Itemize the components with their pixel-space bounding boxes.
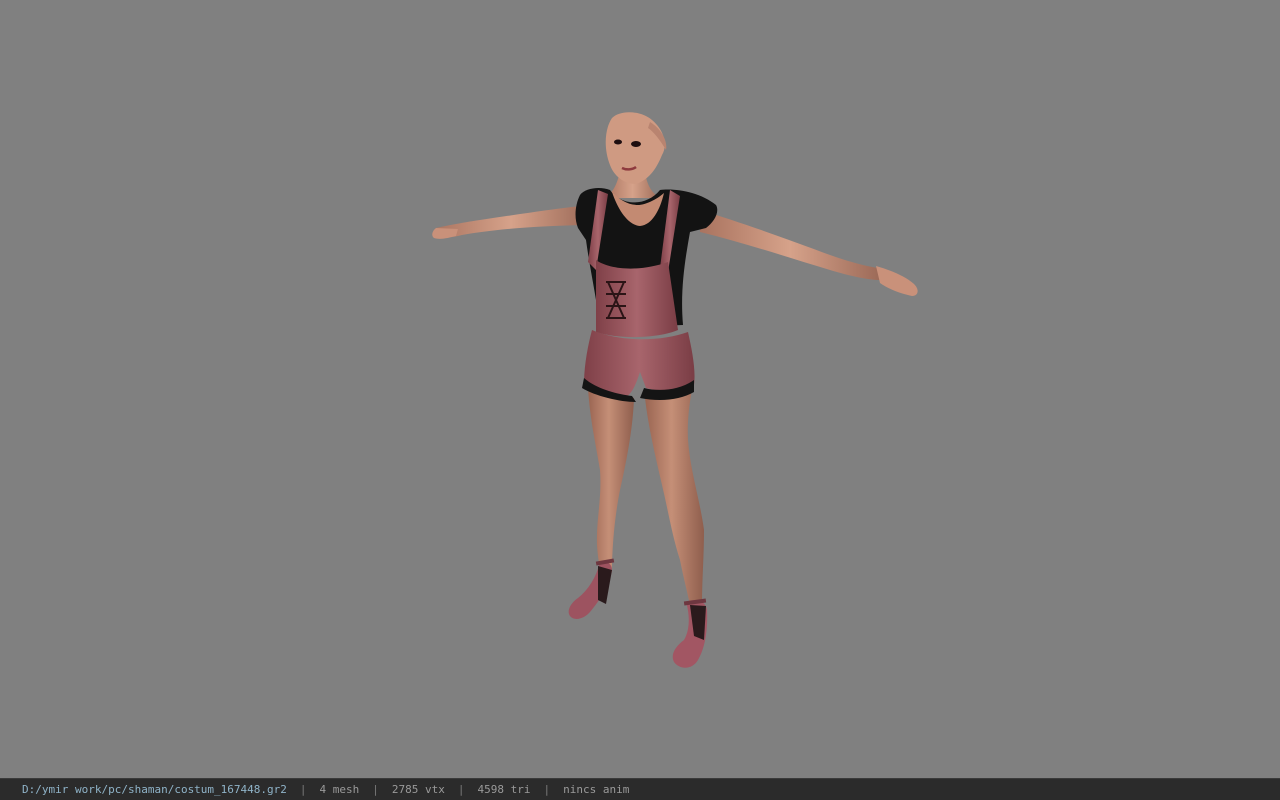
animation-status: nincs anim [563,783,630,796]
separator: | [543,783,551,796]
right-arm [700,210,918,296]
mesh-count: 4 mesh [319,783,360,796]
status-bar: D:/ymir work/pc/shaman/costum_167448.gr2… [0,778,1280,800]
left-arm [432,205,590,239]
separator: | [457,783,465,796]
separator: | [299,783,307,796]
separator: | [372,783,379,796]
3d-viewport[interactable] [0,0,1280,778]
file-path: D:/ymir work/pc/shaman/costum_167448.gr2 [22,783,287,796]
character-model[interactable] [0,0,1280,778]
vertex-count: 2785 vtx [391,783,445,796]
triangle-count: 4598 tri [477,783,531,796]
head [605,112,667,184]
